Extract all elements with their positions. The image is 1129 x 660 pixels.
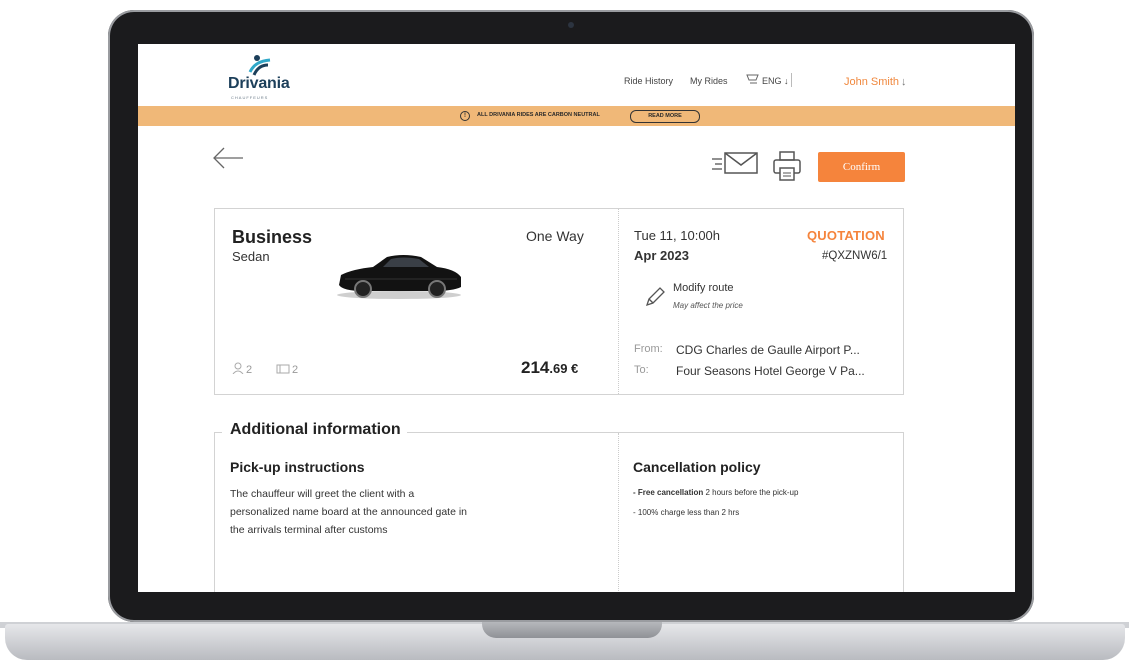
luggage-count: 2 [292, 364, 299, 376]
nav-my-rides[interactable]: My Rides [690, 76, 728, 86]
vehicle-class: Business [232, 227, 313, 247]
chevron-down-icon[interactable]: ↓ [901, 76, 907, 88]
status-badge: QUOTATION [807, 228, 885, 243]
nav-ride-history[interactable]: Ride History [624, 76, 673, 86]
logo-subtitle: CHAUFFEURS [231, 95, 269, 100]
camera [568, 22, 574, 28]
vehicle-type: Sedan [232, 249, 270, 264]
ride-card: Business Sedan One Way 2 2 214.69 € Tue … [214, 208, 904, 395]
price-main: 214 [521, 358, 550, 377]
luggage-icon [276, 364, 290, 374]
to-value: Four Seasons Hotel George V Pa... [676, 364, 865, 378]
screen: Drivania CHAUFFEURS Ride History My Ride… [138, 44, 1015, 592]
email-icon[interactable] [712, 150, 760, 176]
card-divider [618, 209, 619, 394]
pickup-month-year: Apr 2023 [634, 248, 689, 263]
modify-route-link[interactable]: Modify route [673, 282, 734, 294]
pencil-icon[interactable] [643, 285, 667, 309]
print-icon[interactable] [772, 150, 802, 182]
cancellation-charge: - 100% charge less than 2 hrs [633, 508, 740, 517]
back-arrow-icon[interactable] [212, 146, 244, 170]
logo-mark-icon [248, 55, 271, 76]
from-label: From: [634, 343, 663, 355]
trip-type: One Way [526, 228, 584, 244]
additional-info-title: Additional information [222, 421, 407, 439]
divider [791, 73, 792, 87]
cancellation-policy-heading: Cancellation policy [633, 459, 761, 475]
cart-icon[interactable] [746, 73, 760, 85]
booking-reference: #QXZNW6/1 [822, 250, 888, 262]
pickup-date: Tue 11, 10:00h [634, 228, 721, 243]
banner-text: ALL DRIVANIA RIDES ARE CARBON NEUTRAL [477, 112, 600, 118]
site-header: Drivania CHAUFFEURS Ride History My Ride… [138, 44, 1015, 106]
drivania-logo[interactable]: Drivania CHAUFFEURS [228, 54, 308, 104]
car-image [337, 255, 461, 299]
cancellation-free: - Free cancellation 2 hours before the p… [633, 488, 798, 497]
to-label: To: [634, 364, 649, 376]
user-menu[interactable]: John Smith [844, 76, 899, 88]
carbon-neutral-banner: ! ALL DRIVANIA RIDES ARE CARBON NEUTRAL … [138, 106, 1015, 126]
cancellation-free-bold: - Free cancellation [633, 488, 704, 497]
info-icon: ! [460, 111, 470, 121]
pickup-instructions-text: The chauffeur will greet the client with… [230, 488, 468, 536]
info-divider [618, 433, 619, 592]
language-selector[interactable]: ENG ↓ [762, 76, 789, 86]
from-value: CDG Charles de Gaulle Airport P... [676, 343, 860, 357]
confirm-button[interactable]: Confirm [818, 152, 905, 182]
price-decimals: .69 € [549, 361, 579, 376]
logo-name: Drivania [228, 75, 290, 92]
passenger-count: 2 [246, 364, 253, 376]
modify-route-note: May affect the price [673, 301, 743, 310]
cancellation-free-rest: 2 hours before the pick-up [703, 488, 799, 497]
pickup-instructions-heading: Pick-up instructions [230, 459, 365, 475]
price: 214.69 € [521, 358, 578, 378]
read-more-button[interactable]: READ MORE [630, 110, 700, 123]
laptop-notch [482, 622, 662, 638]
passenger-icon [232, 362, 244, 374]
